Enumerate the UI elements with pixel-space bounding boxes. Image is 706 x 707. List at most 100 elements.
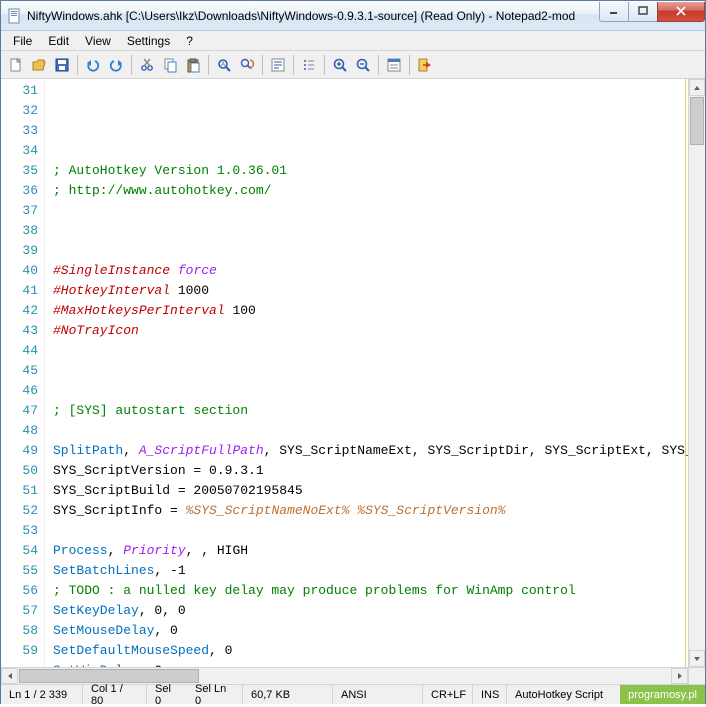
code-line[interactable] — [53, 341, 688, 361]
column-ruler — [685, 79, 686, 667]
redo-icon — [108, 57, 124, 73]
status-encoding: ANSI — [333, 685, 423, 704]
scroll-thumb[interactable] — [690, 97, 704, 145]
close-button[interactable] — [657, 2, 705, 22]
code-line[interactable]: SYS_ScriptBuild = 20050702195845 — [53, 481, 688, 501]
scheme-button[interactable] — [383, 54, 405, 76]
status-size: 60,7 KB — [243, 685, 333, 704]
open-icon — [31, 57, 47, 73]
undo-icon — [85, 57, 101, 73]
code-line[interactable]: #SingleInstance force — [53, 261, 688, 281]
exit-button[interactable] — [414, 54, 436, 76]
replace-icon — [239, 57, 255, 73]
svg-text:A: A — [221, 62, 225, 68]
code-line[interactable]: #MaxHotkeysPerInterval 100 — [53, 301, 688, 321]
titlebar[interactable]: NiftyWindows.ahk [C:\Users\Ikz\Downloads… — [1, 1, 705, 31]
linenum-button[interactable] — [298, 54, 320, 76]
wordwrap-button[interactable] — [267, 54, 289, 76]
toolbar-separator — [77, 55, 78, 75]
exit-icon — [417, 57, 433, 73]
menu-file[interactable]: File — [5, 32, 40, 50]
code-area[interactable]: ; AutoHotkey Version 1.0.36.01; http://w… — [45, 79, 688, 667]
code-line[interactable]: SetBatchLines, -1 — [53, 561, 688, 581]
code-line[interactable]: SYS_ScriptInfo = %SYS_ScriptNameNoExt% %… — [53, 501, 688, 521]
find-button[interactable]: A — [213, 54, 235, 76]
code-line[interactable]: SetDefaultMouseSpeed, 0 — [53, 641, 688, 661]
code-line[interactable] — [53, 141, 688, 161]
menubar: File Edit View Settings ? — [1, 31, 705, 51]
code-line[interactable] — [53, 221, 688, 241]
save-button[interactable] — [51, 54, 73, 76]
undo-button[interactable] — [82, 54, 104, 76]
menu-help[interactable]: ? — [178, 32, 201, 50]
window-title: NiftyWindows.ahk [C:\Users\Ikz\Downloads… — [27, 9, 600, 23]
cut-button[interactable] — [136, 54, 158, 76]
code-line[interactable] — [53, 381, 688, 401]
zoomout-button[interactable] — [352, 54, 374, 76]
paste-icon — [185, 57, 201, 73]
code-line[interactable]: SetMouseDelay, 0 — [53, 621, 688, 641]
code-line[interactable] — [53, 521, 688, 541]
code-line[interactable]: SplitPath, A_ScriptFullPath, SYS_ScriptN… — [53, 441, 688, 461]
horizontal-scrollbar[interactable] — [1, 667, 705, 684]
maximize-button[interactable] — [628, 2, 658, 22]
zoomout-icon — [355, 57, 371, 73]
editor: 3132333435363738394041424344454647484950… — [1, 79, 705, 667]
zoomin-button[interactable] — [329, 54, 351, 76]
scroll-right-button[interactable] — [671, 668, 688, 684]
code-line[interactable]: SetKeyDelay, 0, 0 — [53, 601, 688, 621]
status-lang: AutoHotkey Script — [507, 685, 611, 704]
cut-icon — [139, 57, 155, 73]
toolbar: A — [1, 51, 705, 79]
toolbar-separator — [208, 55, 209, 75]
redo-button[interactable] — [105, 54, 127, 76]
hscroll-thumb[interactable] — [19, 669, 199, 683]
linenum-icon — [301, 57, 317, 73]
code-line[interactable]: Process, Priority, , HIGH — [53, 541, 688, 561]
toolbar-separator — [293, 55, 294, 75]
scroll-down-button[interactable] — [689, 650, 705, 667]
code-line[interactable]: SetWinDelay, 0 — [53, 661, 688, 667]
code-line[interactable]: SYS_ScriptVersion = 0.9.3.1 — [53, 461, 688, 481]
open-button[interactable] — [28, 54, 50, 76]
scroll-left-button[interactable] — [1, 668, 18, 684]
code-line[interactable] — [53, 421, 688, 441]
scheme-icon — [386, 57, 402, 73]
app-icon — [7, 8, 23, 24]
vertical-scrollbar[interactable] — [688, 79, 705, 667]
scroll-up-button[interactable] — [689, 79, 705, 96]
status-line: Ln 1 / 2 339 — [1, 685, 83, 704]
toolbar-separator — [324, 55, 325, 75]
status-sel: Sel 0 — [147, 685, 187, 704]
code-line[interactable]: #HotkeyInterval 1000 — [53, 281, 688, 301]
find-icon: A — [216, 57, 232, 73]
wordwrap-icon — [270, 57, 286, 73]
code-line[interactable]: ; AutoHotkey Version 1.0.36.01 — [53, 161, 688, 181]
toolbar-separator — [378, 55, 379, 75]
status-selln: Sel Ln 0 — [187, 685, 243, 704]
code-line[interactable] — [53, 241, 688, 261]
status-insert: INS — [473, 685, 507, 704]
copy-button[interactable] — [159, 54, 181, 76]
toolbar-separator — [262, 55, 263, 75]
menu-view[interactable]: View — [77, 32, 119, 50]
code-line[interactable] — [53, 361, 688, 381]
code-line[interactable]: ; http://www.autohotkey.com/ — [53, 181, 688, 201]
replace-button[interactable] — [236, 54, 258, 76]
save-icon — [54, 57, 70, 73]
copy-icon — [162, 57, 178, 73]
new-button[interactable] — [5, 54, 27, 76]
code-line[interactable]: #NoTrayIcon — [53, 321, 688, 341]
code-line[interactable]: ; [SYS] autostart section — [53, 401, 688, 421]
menu-edit[interactable]: Edit — [40, 32, 77, 50]
watermark: programosy.pl — [620, 685, 705, 704]
line-gutter: 3132333435363738394041424344454647484950… — [1, 79, 45, 667]
code-line[interactable]: ; TODO : a nulled key delay may produce … — [53, 581, 688, 601]
zoomin-icon — [332, 57, 348, 73]
status-col: Col 1 / 80 — [83, 685, 147, 704]
paste-button[interactable] — [182, 54, 204, 76]
menu-settings[interactable]: Settings — [119, 32, 178, 50]
code-line[interactable] — [53, 201, 688, 221]
toolbar-separator — [409, 55, 410, 75]
minimize-button[interactable] — [599, 2, 629, 22]
